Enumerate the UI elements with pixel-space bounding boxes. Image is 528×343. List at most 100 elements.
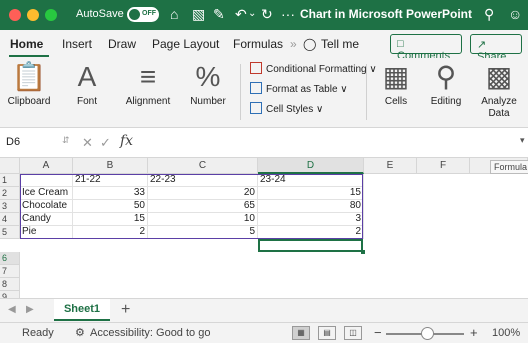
worksheet-grid[interactable]: A B C D E F G 1 2 3 4 5 6 7 8 9 21-22 22…	[0, 158, 528, 298]
cell-b5[interactable]: 2	[73, 226, 148, 239]
cell-styles-button[interactable]: Cell Styles ∨	[250, 102, 323, 115]
cell-c3[interactable]: 65	[148, 200, 258, 213]
share-button[interactable]: ↗ Share	[470, 34, 522, 63]
column-header-e[interactable]: E	[364, 158, 417, 174]
zoom-in-button[interactable]: +	[470, 325, 478, 340]
minimize-window-button[interactable]	[27, 9, 39, 21]
search-icon[interactable]: ⚲	[484, 6, 494, 22]
select-all-corner[interactable]	[0, 158, 20, 174]
sheet-tab-sheet1[interactable]: Sheet1	[54, 299, 110, 321]
undo-dropdown-icon[interactable]: ⌄	[248, 6, 256, 22]
tab-home[interactable]: Home	[10, 37, 43, 51]
row-header-3[interactable]: 3	[0, 200, 20, 213]
autosave-toggle[interactable]: OFF	[127, 7, 159, 22]
cell-a4[interactable]: Candy	[20, 213, 73, 226]
cell-b4[interactable]: 15	[73, 213, 148, 226]
next-sheet-icon[interactable]: ▶	[26, 304, 34, 315]
cell-d4[interactable]: 3	[258, 213, 364, 226]
column-header-a[interactable]: A	[20, 158, 73, 174]
cell-d3[interactable]: 80	[258, 200, 364, 213]
cell-a2[interactable]: Ice Cream	[20, 187, 73, 200]
cell-d1[interactable]: 23-24	[258, 174, 364, 187]
cell-b3[interactable]: 50	[73, 200, 148, 213]
zoom-out-button[interactable]: −	[374, 325, 382, 340]
cell-c4[interactable]: 10	[148, 213, 258, 226]
row-header-9[interactable]: 9	[0, 291, 20, 298]
status-bar: Ready ⚙ Accessibility: Good to go ▦ ▤ ◫ …	[0, 322, 528, 343]
name-box-stepper-icon[interactable]: ⇵	[62, 135, 70, 146]
font-group[interactable]: A Font	[62, 58, 112, 128]
accessibility-status[interactable]: Accessibility: Good to go	[90, 327, 210, 339]
row-header-4[interactable]: 4	[0, 213, 20, 226]
cell-d5[interactable]: 2	[258, 226, 364, 239]
confirm-icon[interactable]: ✓	[100, 135, 111, 151]
name-box[interactable]: D6	[6, 136, 20, 148]
row-header-1[interactable]: 1	[0, 174, 20, 187]
column-header-d[interactable]: D	[258, 158, 364, 174]
column-header-f[interactable]: F	[417, 158, 470, 174]
expand-formula-icon[interactable]: ▾	[520, 135, 525, 146]
cell-b2[interactable]: 33	[73, 187, 148, 200]
undo-icon[interactable]: ↶	[235, 6, 247, 22]
add-sheet-button[interactable]: +	[121, 301, 130, 319]
zoom-slider-thumb[interactable]	[421, 327, 434, 340]
zoom-level[interactable]: 100%	[492, 327, 520, 339]
title-bar: AutoSave OFF ⌂ ▧ ✎ ↶ ⌄ ↻ ··· Chart in Mi…	[0, 0, 528, 30]
tab-draw[interactable]: Draw	[108, 37, 136, 51]
row-header-7[interactable]: 7	[0, 265, 20, 278]
cell-a3[interactable]: Chocolate	[20, 200, 73, 213]
autosave-label: AutoSave	[76, 8, 124, 20]
share-icon: ↗	[477, 39, 487, 51]
clipboard-group[interactable]: 📋 Clipboard	[4, 58, 54, 128]
comments-button[interactable]: □ Comments	[390, 34, 462, 62]
tell-me-search[interactable]: Tell me	[321, 37, 359, 51]
cell-a5[interactable]: Pie	[20, 226, 73, 239]
cell-c5[interactable]: 5	[148, 226, 258, 239]
column-header-c[interactable]: C	[148, 158, 258, 174]
more-icon[interactable]: ···	[281, 6, 295, 22]
row-header-2[interactable]: 2	[0, 187, 20, 200]
font-label: Font	[76, 96, 97, 107]
edit-icon[interactable]: ✎	[213, 6, 225, 22]
analyze-data-group[interactable]: ▩ Analyze Data	[474, 58, 524, 128]
page-layout-view-button[interactable]: ▤	[318, 326, 336, 340]
alignment-group[interactable]: ≡ Alignment	[118, 58, 178, 128]
zoom-window-button[interactable]	[45, 9, 57, 21]
row-header-6[interactable]: 6	[0, 252, 20, 265]
cell-d2[interactable]: 15	[258, 187, 364, 200]
tab-page-layout[interactable]: Page Layout	[152, 37, 219, 51]
editing-group[interactable]: ⚲ Editing	[422, 58, 470, 128]
cell-b1[interactable]: 21-22	[73, 174, 148, 187]
close-window-button[interactable]	[9, 9, 21, 21]
autosave-state: OFF	[142, 10, 156, 17]
format-as-table-button[interactable]: Format as Table ∨	[250, 82, 348, 95]
fill-handle[interactable]	[361, 250, 365, 254]
more-tabs-chevron[interactable]: »	[290, 37, 297, 51]
column-header-b[interactable]: B	[73, 158, 148, 174]
cell-styles-icon	[250, 102, 262, 114]
cell-c1[interactable]: 22-23	[148, 174, 258, 187]
redo-icon[interactable]: ↻	[261, 6, 273, 22]
normal-view-button[interactable]: ▦	[292, 326, 310, 340]
font-icon: A	[77, 61, 97, 92]
home-icon[interactable]: ⌂	[170, 6, 178, 22]
conditional-formatting-button[interactable]: Conditional Formatting ∨	[250, 62, 377, 75]
tab-formulas[interactable]: Formulas	[233, 37, 283, 51]
save-icon[interactable]: ▧	[192, 6, 205, 22]
active-cell-d6[interactable]	[258, 239, 363, 252]
cell-c2[interactable]: 20	[148, 187, 258, 200]
number-group[interactable]: % Number	[182, 58, 234, 128]
active-tab-indicator	[9, 55, 49, 57]
formula-tooltip: Formula	[490, 160, 528, 174]
insert-function-button[interactable]: fx	[120, 133, 133, 149]
cancel-icon[interactable]: ✕	[82, 135, 93, 151]
previous-sheet-icon[interactable]: ◀	[8, 304, 16, 315]
row-header-5[interactable]: 5	[0, 226, 20, 239]
clipboard-label: Clipboard	[7, 96, 51, 107]
tab-insert[interactable]: Insert	[62, 37, 92, 51]
cells-group[interactable]: ▦ Cells	[372, 58, 420, 128]
page-break-view-button[interactable]: ◫	[344, 326, 362, 340]
row-header-8[interactable]: 8	[0, 278, 20, 291]
account-icon[interactable]: ☺	[508, 6, 522, 22]
cell-a1[interactable]	[20, 174, 73, 187]
